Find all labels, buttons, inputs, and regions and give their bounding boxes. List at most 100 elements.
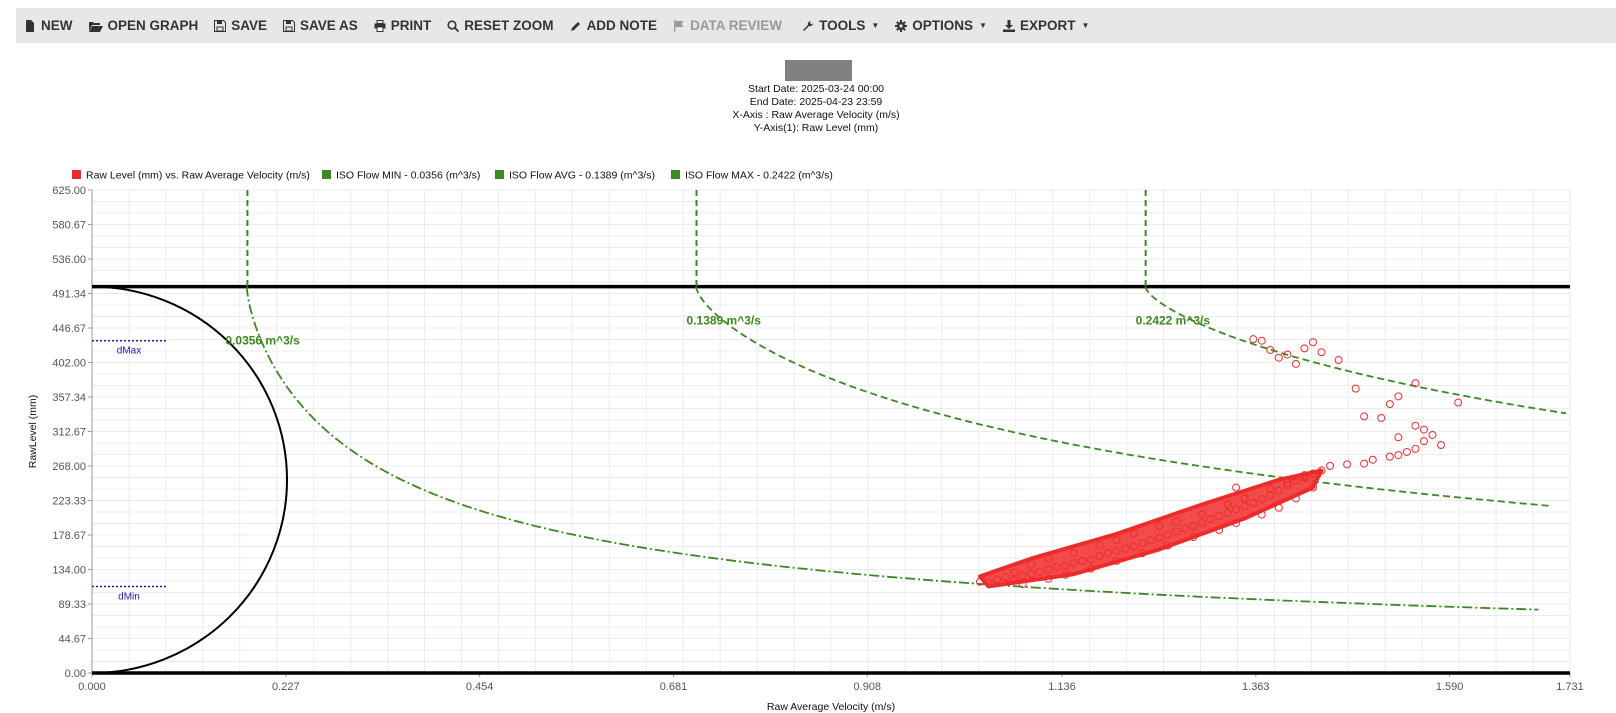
data-review-button[interactable]: DATA REVIEW [673,18,782,33]
x-tick-label: 0.000 [78,681,106,693]
save-as-label: SAVE AS [300,18,358,33]
scatter-point [1428,430,1437,439]
y-tick-label: 134.00 [52,565,86,577]
y-tick-label: 402.00 [52,358,86,370]
options-menu[interactable]: OPTIONS ▼ [895,18,987,33]
scatter-point [1368,455,1377,464]
scatter-point [1317,348,1326,357]
scatter-point [1394,451,1403,460]
scatter-point [1419,425,1428,434]
x-tick-label: 0.454 [466,681,494,693]
scatter-point [1351,384,1360,393]
x-axis-title: Raw Average Velocity (m/s) [767,701,895,713]
add-note-button[interactable]: ADD NOTE [570,18,658,33]
y-tick-label: 178.67 [52,530,86,542]
export-label: EXPORT [1019,18,1076,33]
legend-swatch [671,170,680,179]
save-icon [214,19,227,32]
save-as-icon [283,19,296,32]
iso-flow-curve [695,286,1553,507]
scatter-point [1232,483,1241,492]
scatter-point [1291,359,1300,368]
y-tick-label: 223.33 [52,496,86,508]
open-graph-label: OPEN GRAPH [107,18,199,33]
wrench-icon [803,20,814,31]
scatter-point [1360,412,1369,421]
caret-down-icon: ▼ [1081,21,1090,30]
iso-flow-curve [1144,286,1567,415]
iso-flow-label: 0.2422 m^3/s [1136,314,1211,328]
x-tick-label: 0.908 [854,681,882,693]
legend-label: Raw Level (mm) vs. Raw Average Velocity … [86,170,310,182]
y-axis-title: RawLevel (mm) [27,395,39,469]
print-icon [374,19,386,32]
scatter-point [1419,437,1428,446]
save-button[interactable]: SAVE [214,18,267,33]
scatter-point [1394,392,1403,401]
y-tick-label: 580.67 [52,220,86,232]
print-label: PRINT [390,18,432,33]
end-date: End Date: 2025-04-23 23:59 [749,96,883,108]
file-icon [26,19,34,32]
y-tick-label: 536.00 [52,254,86,266]
x-tick-label: 1.136 [1048,681,1076,693]
scatter-point [1394,433,1403,442]
save-as-button[interactable]: SAVE AS [283,18,358,33]
legend-swatch [495,170,504,179]
y-tick-label: 89.33 [58,599,86,611]
caret-down-icon: ▼ [871,21,880,30]
y-tick-label: 312.67 [52,427,86,439]
legend-swatch [322,170,331,179]
iso-flow-curve [245,286,1539,611]
export-menu[interactable]: EXPORT ▼ [1002,18,1090,33]
new-label: NEW [41,18,73,33]
y-tick-label: 44.67 [58,634,86,646]
print-button[interactable]: PRINT [374,18,432,33]
data-review-label: DATA REVIEW [690,18,783,33]
x-tick-label: 0.681 [660,681,688,693]
y-tick-label: 0.00 [65,668,86,680]
toolbar: NEW OPEN GRAPH SAVE SAVE AS PRINT RESET … [16,8,1616,43]
y-tick-label: 268.00 [52,461,86,473]
reset-zoom-button[interactable]: RESET ZOOM [447,18,554,33]
gear-icon [895,19,908,32]
x-tick-label: 1.731 [1556,681,1584,693]
add-note-label: ADD NOTE [586,18,658,33]
y-tick-label: 625.00 [52,185,86,197]
reset-zoom-label: RESET ZOOM [464,18,554,33]
y-tick-label: 491.34 [52,289,86,301]
scatter-point [1411,444,1420,453]
legend-label: ISO Flow MAX - 0.2422 (m^3/s) [685,170,833,182]
x-tick-label: 0.227 [272,681,300,693]
marker-dmax-label: dMax [117,346,141,357]
open-graph-button[interactable]: OPEN GRAPH [88,18,199,33]
options-label: OPTIONS [912,18,974,33]
tools-menu[interactable]: TOOLS ▼ [802,18,879,33]
new-button[interactable]: NEW [24,18,73,33]
x-tick-label: 1.363 [1242,681,1270,693]
iso-flow-label: 0.1389 m^3/s [687,314,762,328]
grid [91,189,1571,674]
start-date: Start Date: 2025-03-24 00:00 [747,83,884,95]
tools-label: TOOLS [819,18,866,33]
scatter-point [1343,460,1352,469]
pencil-icon [570,21,580,31]
caret-down-icon: ▼ [979,21,987,30]
scatter-point [1454,398,1463,407]
y-tick-label: 446.67 [52,323,86,335]
scatter-point [1274,353,1283,362]
scatter-point [1257,336,1266,345]
x-axis-caption: X-Axis : Raw Average Velocity (m/s) [732,109,900,121]
legend-label: ISO Flow AVG - 0.1389 (m^3/s) [509,170,655,182]
legend-swatch [72,170,81,179]
flag-icon [674,19,684,32]
search-icon [447,19,460,32]
scatter-point [1411,421,1420,430]
download-icon [1002,19,1015,32]
scatter-series [975,335,1463,589]
marker-dmin-label: dMin [118,591,140,602]
iso-flow-label: 0.0356 m^3/s [225,334,300,348]
scatter-chart[interactable]: 0.00 44.67 89.33 134.00 178.67 223.33 268.00 31… [0,160,1616,713]
scatter-point [1385,400,1394,409]
save-label: SAVE [231,18,268,33]
